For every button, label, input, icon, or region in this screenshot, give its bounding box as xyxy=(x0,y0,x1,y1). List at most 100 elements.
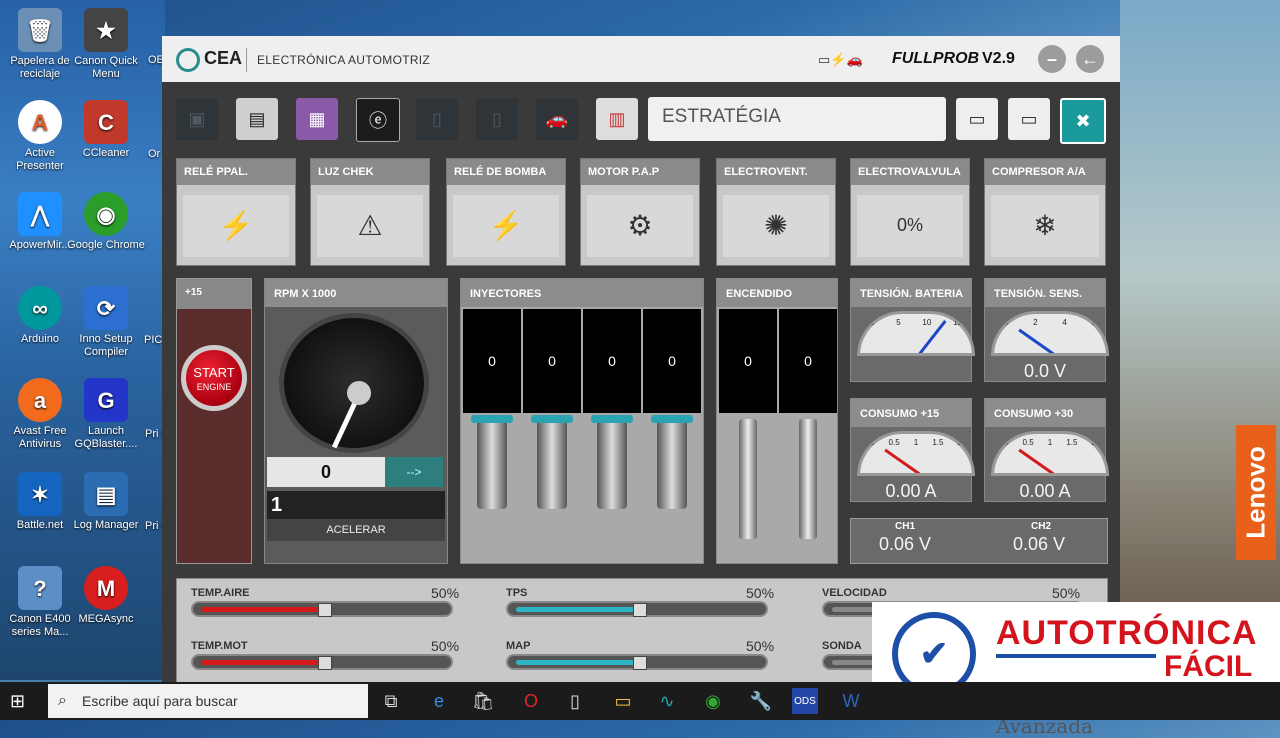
desktop-background-right xyxy=(1120,0,1280,680)
voltmeter-gauge: 0 5 10 15 xyxy=(857,311,975,356)
engine-check-icon: ⚠ xyxy=(316,194,424,258)
desktop-icon-canon-quick-menu[interactable]: ★ Canon Quick Menu xyxy=(66,8,146,81)
injector-icon[interactable] xyxy=(531,415,573,509)
ignition-value-1: 0 xyxy=(719,309,777,413)
module-icon-2: ▯ xyxy=(492,108,502,129)
channel-value-2: 0.06 V xyxy=(1013,534,1066,554)
slider-label: VELOCIDAD xyxy=(822,587,887,599)
slider-temp-mot[interactable] xyxy=(191,654,453,670)
ecu-box-button-2[interactable]: ▭ xyxy=(1008,98,1050,140)
slider-tps[interactable] xyxy=(506,601,768,617)
injector-icon[interactable] xyxy=(651,415,693,509)
card-title: ELECTROVENT. xyxy=(717,159,835,185)
gauge-needle xyxy=(1018,328,1055,353)
oscilloscope-icon[interactable]: ∿ xyxy=(654,688,680,714)
document-icon[interactable]: ▯ xyxy=(562,688,588,714)
spark-plug-icon[interactable] xyxy=(739,419,757,539)
edge-icon[interactable]: e xyxy=(426,688,452,714)
minimize-button[interactable]: – xyxy=(1038,45,1066,73)
slider-handle[interactable] xyxy=(633,603,647,617)
desktop-icon-gqblaster[interactable]: G Launch GQBlaster.... xyxy=(66,378,146,451)
desktop-edge-label: PIC xyxy=(144,334,163,346)
ecu-box-icon-2: ▭ xyxy=(1020,108,1038,129)
back-button[interactable]: ← xyxy=(1076,45,1104,73)
spark-plug-icon[interactable] xyxy=(799,419,817,539)
tools-taskbar-icon[interactable]: 🔧 xyxy=(748,688,774,714)
desktop-icon-inno-setup[interactable]: ⟳ Inno Setup Compiler xyxy=(66,286,146,359)
tool-bar: ▣ ▤ ▦ ⓔ ▯ ▯ 🚗 ▥ ESTRATÉGIA ▭ ▭ ✖ xyxy=(162,92,1120,144)
rpm-header: RPM X 1000 xyxy=(265,279,447,307)
strategy-field[interactable]: ESTRATÉGIA xyxy=(648,97,946,141)
card-title: LUZ CHEK xyxy=(311,159,429,185)
desktop-icon-log-manager[interactable]: ▤ Log Manager xyxy=(66,472,146,532)
accelerate-button[interactable]: ACELERAR xyxy=(267,519,445,541)
opera-icon[interactable]: O xyxy=(518,688,544,714)
ecu-tool-button-2[interactable]: ▯ xyxy=(416,98,458,140)
actuator-card-electrovalvula[interactable]: ELECTROVALVULA 0% xyxy=(850,158,970,266)
promo-title: AUTOTRÓNICA xyxy=(996,614,1258,652)
avast-icon: a xyxy=(18,378,62,422)
taskbar-search-box[interactable]: ⌕ Escribe aquí para buscar xyxy=(48,684,368,718)
e-tool-button[interactable]: ⓔ xyxy=(356,98,400,142)
actuator-card-luz-chek[interactable]: LUZ CHEK ⚠ xyxy=(310,158,430,266)
promo-subtitle: FÁCIL xyxy=(1164,650,1253,683)
slider-handle[interactable] xyxy=(318,603,332,617)
ods-icon[interactable]: ODS xyxy=(792,688,818,714)
slider-percent: 50% xyxy=(746,585,775,601)
slider-label: TEMP.AIRE xyxy=(191,587,250,599)
canon-printer-icon: ? xyxy=(18,566,62,610)
rpm-gauge-hub xyxy=(347,381,371,405)
desktop-icon-ccleaner[interactable]: C CCleaner xyxy=(66,100,146,160)
windows-start-icon[interactable]: ⊞ xyxy=(10,691,32,713)
task-view-icon[interactable]: ⧉ xyxy=(378,688,404,714)
injector-value-4: 0 xyxy=(643,309,701,413)
file-explorer-icon[interactable]: ▭ xyxy=(610,688,636,714)
inno-setup-icon: ⟳ xyxy=(84,286,128,330)
compressor-icon: ❄ xyxy=(991,194,1099,258)
battlenet-icon: ✶ xyxy=(18,472,62,516)
slider-label: TPS xyxy=(506,587,528,599)
car-tool-button[interactable]: 🚗 xyxy=(536,98,578,140)
ecu-color-tool-button[interactable]: ▦ xyxy=(296,98,338,140)
word-icon[interactable]: W xyxy=(838,688,864,714)
actuator-card-compresor[interactable]: COMPRESOR A/A ❄ xyxy=(984,158,1106,266)
slider-temp-aire[interactable] xyxy=(191,601,453,617)
relay-icon: ⚡ xyxy=(182,194,290,258)
recycle-bin-icon: 🗑 xyxy=(18,8,62,52)
slider-handle[interactable] xyxy=(318,656,332,670)
rpm-input[interactable]: 1 xyxy=(267,491,445,519)
actuator-card-rele-ppal[interactable]: RELÉ PPAL. ⚡ xyxy=(176,158,296,266)
desktop-icon-google-chrome[interactable]: ◉ Google Chrome xyxy=(66,192,146,252)
store-icon[interactable]: 🛍 xyxy=(470,688,496,714)
slider-label: TEMP.MOT xyxy=(191,640,248,652)
strategy-tool-button[interactable]: ▥ xyxy=(596,98,638,140)
slider-fill xyxy=(201,607,324,612)
start-engine-button[interactable]: START ENGINE xyxy=(181,345,247,411)
rpm-go-button[interactable]: --> xyxy=(385,457,443,487)
scanner-tool-button[interactable]: ▣ xyxy=(176,98,218,140)
ignition-panel: ENCENDIDO 0 0 xyxy=(716,278,838,564)
ecu-tool-button-3[interactable]: ▯ xyxy=(476,98,518,140)
ecu-box-button[interactable]: ▭ xyxy=(956,98,998,140)
ecu-tool-button[interactable]: ▤ xyxy=(236,98,278,140)
actuator-card-electrovent[interactable]: ELECTROVENT. ✺ xyxy=(716,158,836,266)
valve-icon: 0% xyxy=(856,194,964,258)
injector-icon[interactable] xyxy=(471,415,513,509)
rpm-gauge xyxy=(279,313,429,453)
slider-handle[interactable] xyxy=(633,656,647,670)
start-header: +15 xyxy=(177,279,251,309)
actuator-card-rele-bomba[interactable]: RELÉ DE BOMBA ⚡ xyxy=(446,158,566,266)
lenovo-brand-strip: Lenovo xyxy=(1236,425,1276,560)
tools-button[interactable]: ✖ xyxy=(1060,98,1106,144)
slider-percent: 50% xyxy=(431,638,460,654)
e-letter-icon: ⓔ xyxy=(369,111,387,131)
actuator-card-motor-pap[interactable]: MOTOR P.A.P ⚙ xyxy=(580,158,700,266)
active-presenter-icon: A xyxy=(18,100,62,144)
title-bar: CEA ELECTRÓNICA AUTOMOTRIZ ▭⚡🚗 FULLPROB … xyxy=(162,36,1120,82)
chrome-taskbar-icon[interactable]: ◉ xyxy=(700,688,726,714)
injector-icon[interactable] xyxy=(591,415,633,509)
meter-title: TENSIÓN. SENS. xyxy=(985,279,1105,307)
desktop-icon-megasync[interactable]: M MEGAsync xyxy=(66,566,146,626)
injectors-header: INYECTORES xyxy=(461,279,703,307)
slider-map[interactable] xyxy=(506,654,768,670)
